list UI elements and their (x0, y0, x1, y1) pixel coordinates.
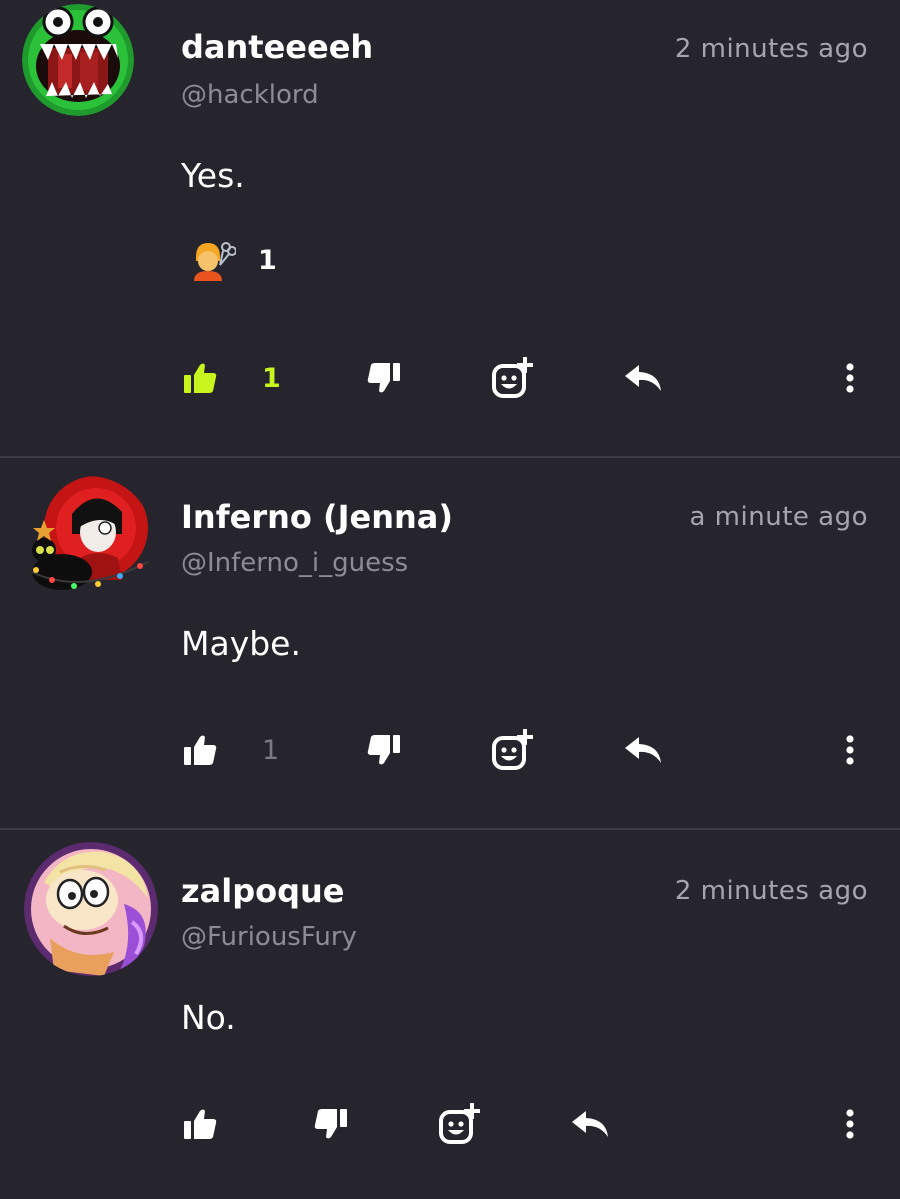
more-vertical-icon (846, 735, 854, 765)
comment-text: No. (181, 998, 236, 1037)
add-emoji-icon (492, 729, 533, 770)
thumbs-up-icon (184, 735, 217, 765)
user-handle[interactable]: @hacklord (181, 80, 319, 110)
reaction-count: 1 (258, 244, 277, 276)
thumbs-up-icon (184, 363, 217, 393)
comment-actions: 1 (0, 728, 900, 772)
comment-text: Maybe. (181, 624, 301, 663)
user-handle[interactable]: @FuriousFury (181, 922, 357, 952)
comment: Inferno (Jenna) @Inferno_i_guess a minut… (0, 458, 900, 828)
more-options-button[interactable] (838, 356, 862, 400)
like-count: 1 (262, 734, 280, 766)
more-options-button[interactable] (838, 1102, 862, 1146)
user-name[interactable]: zalpoque (181, 872, 344, 910)
dislike-button[interactable] (366, 356, 402, 400)
dislike-button[interactable] (366, 728, 402, 772)
comment-text: Yes. (181, 156, 245, 195)
avatar[interactable] (22, 476, 154, 608)
reply-icon (625, 365, 661, 391)
reply-icon (572, 1111, 608, 1137)
add-reaction-button[interactable] (490, 728, 534, 772)
timestamp: 2 minutes ago (674, 34, 868, 64)
user-name[interactable]: danteeeeh (181, 28, 373, 66)
more-vertical-icon (846, 1109, 854, 1139)
comment-feed: danteeeeh @hacklord 2 minutes ago Yes. 1 (0, 0, 900, 1199)
add-emoji-icon (492, 357, 533, 398)
add-reaction-button[interactable] (490, 356, 534, 400)
thumbs-up-icon (184, 1109, 217, 1139)
like-count: 1 (262, 362, 281, 394)
comment-actions (0, 1102, 900, 1146)
reaction-chip[interactable]: 1 (190, 240, 277, 281)
reply-button[interactable] (622, 356, 664, 400)
avatar[interactable] (22, 4, 134, 116)
thumbs-down-icon (367, 363, 400, 393)
avatar[interactable] (24, 842, 158, 976)
more-vertical-icon (846, 363, 854, 393)
timestamp: 2 minutes ago (674, 876, 868, 906)
user-name[interactable]: Inferno (Jenna) (181, 498, 453, 536)
add-emoji-icon (439, 1103, 480, 1144)
comment-actions: 1 (0, 356, 900, 400)
add-reaction-button[interactable] (437, 1102, 481, 1146)
dislike-button[interactable] (313, 1102, 349, 1146)
reply-icon (625, 737, 661, 763)
haircut-emoji-icon (194, 242, 236, 281)
thumbs-down-icon (367, 735, 400, 765)
comment: zalpoque @FuriousFury 2 minutes ago No. (0, 830, 900, 1199)
comment: danteeeeh @hacklord 2 minutes ago Yes. 1 (0, 0, 900, 456)
timestamp: a minute ago (689, 502, 868, 532)
like-button[interactable] (182, 728, 218, 772)
user-handle[interactable]: @Inferno_i_guess (181, 548, 408, 578)
reply-button[interactable] (622, 728, 664, 772)
like-button[interactable] (182, 356, 218, 400)
more-options-button[interactable] (838, 728, 862, 772)
thumbs-down-icon (314, 1109, 347, 1139)
like-button[interactable] (182, 1102, 218, 1146)
reply-button[interactable] (569, 1102, 611, 1146)
